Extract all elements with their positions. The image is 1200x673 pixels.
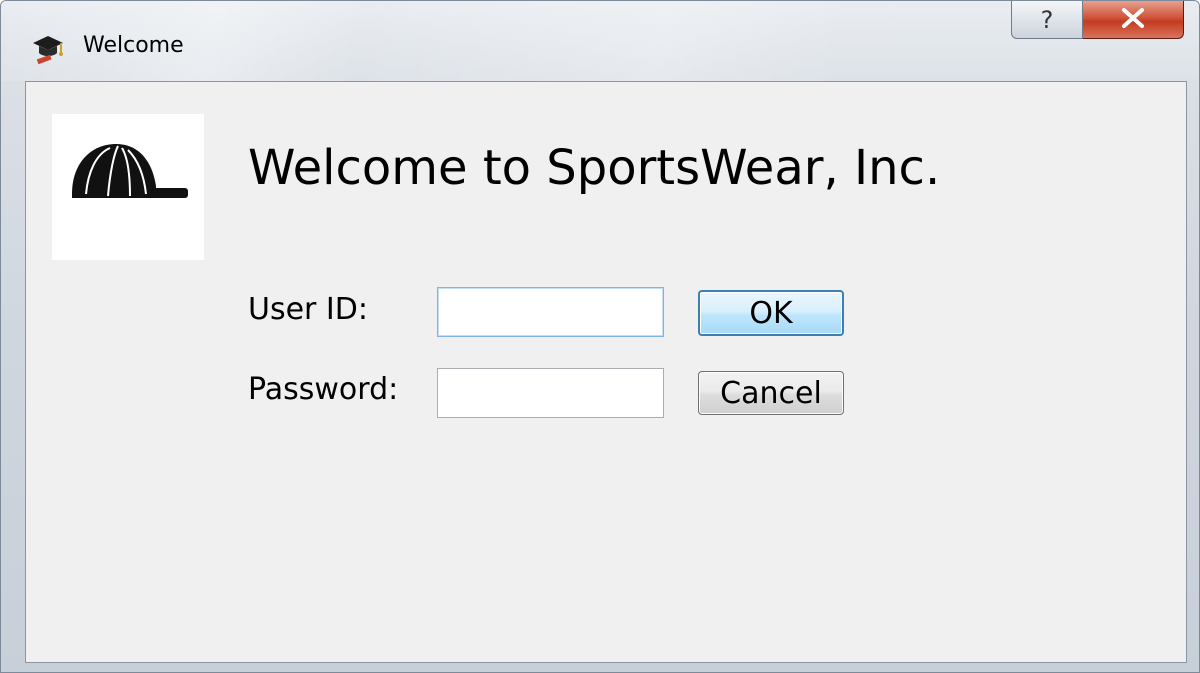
cancel-button[interactable]: Cancel <box>698 371 844 415</box>
baseball-cap-icon <box>72 144 188 198</box>
welcome-heading: Welcome to SportsWear, Inc. <box>248 140 941 196</box>
graduation-cap-icon <box>31 31 65 65</box>
help-button[interactable]: ? <box>1011 1 1083 39</box>
title-bar[interactable]: Welcome ? <box>1 1 1199 81</box>
user-id-label: User ID: <box>248 292 368 327</box>
dialog-content: Welcome to SportsWear, Inc. User ID: OK … <box>25 81 1187 663</box>
company-logo <box>52 114 204 260</box>
welcome-dialog-window: Welcome ? Welcome to SportsWear, Inc. Us… <box>0 0 1200 673</box>
caption-buttons: ? <box>1011 1 1184 41</box>
ok-button[interactable]: OK <box>698 290 844 336</box>
user-id-input[interactable] <box>437 287 664 337</box>
password-input[interactable] <box>437 368 664 418</box>
close-icon <box>1120 7 1146 33</box>
question-mark-icon: ? <box>1040 5 1054 34</box>
window-title: Welcome <box>83 33 184 58</box>
password-label: Password: <box>248 372 399 407</box>
close-button[interactable] <box>1083 1 1184 39</box>
